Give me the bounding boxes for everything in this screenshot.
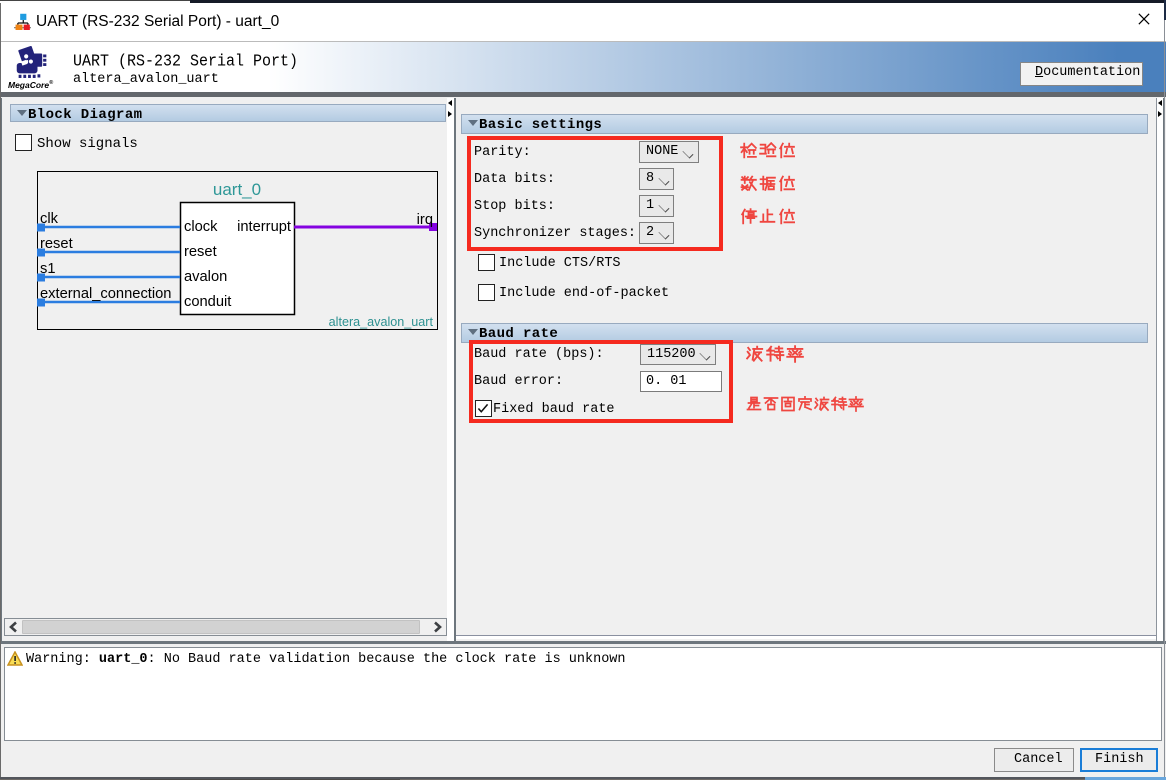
svg-text:irq: irq: [417, 212, 433, 228]
svg-text:s1: s1: [40, 261, 56, 277]
svg-text:clock: clock: [184, 219, 218, 235]
svg-text:uart_0: uart_0: [213, 180, 261, 199]
svg-text:conduit: conduit: [184, 294, 231, 310]
svg-text:reset: reset: [184, 244, 217, 260]
svg-text:avalon: avalon: [184, 269, 227, 285]
svg-text:clk: clk: [40, 211, 59, 227]
svg-text:reset: reset: [40, 236, 73, 252]
svg-text:altera_avalon_uart: altera_avalon_uart: [329, 315, 434, 329]
svg-text:external_connection: external_connection: [40, 286, 171, 302]
svg-text:interrupt: interrupt: [237, 219, 291, 235]
